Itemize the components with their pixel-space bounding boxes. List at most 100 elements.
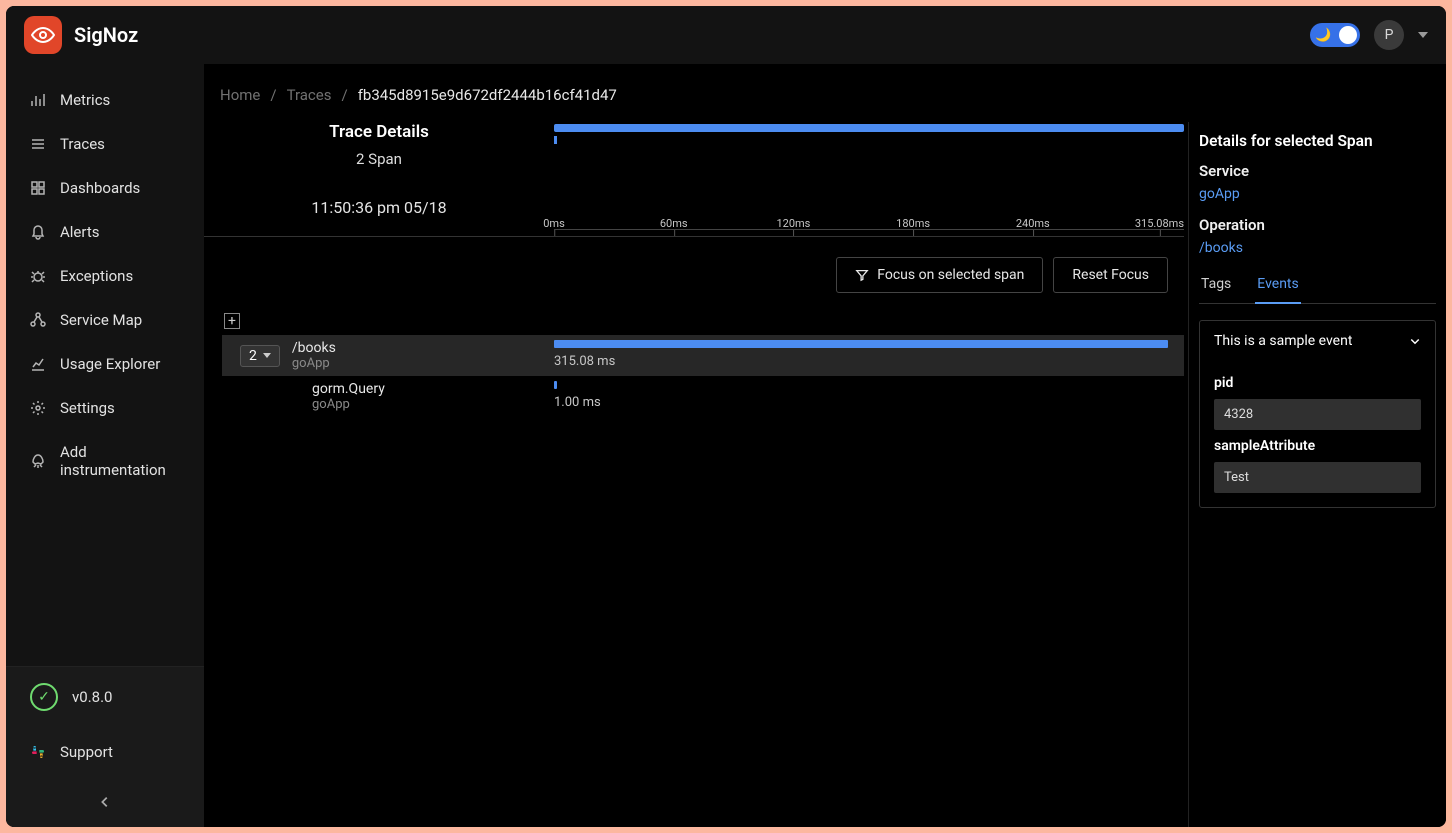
span-tree: + 2 /books goApp: [204, 313, 1184, 417]
event-header[interactable]: This is a sample event: [1200, 321, 1435, 361]
filter-icon: [855, 268, 869, 282]
breadcrumb: Home / Traces / fb345d8915e9d672df2444b1…: [204, 64, 1446, 122]
focus-span-button[interactable]: Focus on selected span: [836, 257, 1043, 293]
service-link[interactable]: goApp: [1199, 186, 1436, 202]
trace-info: Trace Details 2 Span 11:50:36 pm 05/18: [204, 122, 554, 230]
topbar: SigNoz 🌙 P: [6, 6, 1446, 64]
trace-header: Trace Details 2 Span 11:50:36 pm 05/18: [204, 122, 1184, 237]
ruler-tick: 180ms: [896, 217, 930, 230]
span-row-root[interactable]: 2 /books goApp 315.08 ms: [222, 335, 1184, 376]
body-row: Trace Details 2 Span 11:50:36 pm 05/18: [204, 122, 1446, 827]
grid-icon: [30, 180, 46, 196]
breadcrumb-trace-id: fb345d8915e9d672df2444b16cf41d47: [358, 86, 617, 104]
sidebar-item-traces[interactable]: Traces: [6, 122, 204, 166]
sidebar-items: Metrics Traces Dashboards Alerts Excepti…: [6, 78, 204, 666]
bug-icon: [30, 268, 46, 284]
ruler-tick: 120ms: [776, 217, 810, 230]
span-row-child[interactable]: gorm.Query goApp 1.00 ms: [222, 376, 1184, 417]
brand: SigNoz: [24, 16, 138, 54]
service-label: Service: [1199, 162, 1436, 180]
sidebar-item-dashboards[interactable]: Dashboards: [6, 166, 204, 210]
sidebar-item-label: Alerts: [60, 223, 100, 241]
list-icon: [30, 136, 46, 152]
details-title: Details for selected Span: [1199, 132, 1436, 150]
sidebar-item-alerts[interactable]: Alerts: [6, 210, 204, 254]
logo-icon: [24, 16, 62, 54]
reset-focus-button[interactable]: Reset Focus: [1053, 257, 1168, 293]
sidebar-item-usage-explorer[interactable]: Usage Explorer: [6, 342, 204, 386]
event-body: pid 4328 sampleAttribute Test: [1200, 361, 1435, 507]
tab-events[interactable]: Events: [1255, 270, 1300, 304]
span-duration: 1.00 ms: [554, 395, 1168, 410]
span-service: goApp: [312, 397, 385, 412]
minimap-tiny-bar: [554, 136, 557, 144]
sidebar-item-service-map[interactable]: Service Map: [6, 298, 204, 342]
brand-name: SigNoz: [74, 23, 138, 47]
span-left: 2 /books goApp: [222, 335, 554, 376]
event-title: This is a sample event: [1214, 333, 1352, 349]
sidebar-item-label: Service Map: [60, 311, 142, 329]
operation-label: Operation: [1199, 216, 1436, 234]
sidebar-item-label: Settings: [60, 399, 115, 417]
sidebar-item-metrics[interactable]: Metrics: [6, 78, 204, 122]
app-window: SigNoz 🌙 P Metrics Traces: [6, 6, 1446, 827]
bell-icon: [30, 224, 46, 240]
user-menu-caret-icon[interactable]: [1418, 32, 1428, 38]
breadcrumb-sep: /: [270, 86, 276, 104]
breadcrumb-sep: /: [341, 86, 347, 104]
span-duration-bar: [554, 340, 1168, 348]
bar-chart-icon: [30, 92, 46, 108]
span-duration: 315.08 ms: [554, 354, 1168, 369]
content: Home / Traces / fb345d8915e9d672df2444b1…: [204, 64, 1446, 827]
span-left: gorm.Query goApp: [222, 376, 554, 417]
sidebar-collapse-button[interactable]: [6, 777, 204, 827]
main-area: Metrics Traces Dashboards Alerts Excepti…: [6, 64, 1446, 827]
ruler-tick: 315.08ms: [1135, 217, 1184, 230]
actions-row: Focus on selected span Reset Focus: [204, 237, 1184, 313]
span-service: goApp: [292, 356, 336, 371]
sidebar-item-exceptions[interactable]: Exceptions: [6, 254, 204, 298]
chevron-down-icon: [1409, 335, 1421, 347]
details-tabs: Tags Events: [1199, 270, 1436, 304]
breadcrumb-traces[interactable]: Traces: [287, 86, 332, 104]
ruler-tick: 240ms: [1016, 217, 1050, 230]
focus-span-label: Focus on selected span: [877, 267, 1024, 283]
attr-value-pid: 4328: [1214, 399, 1421, 430]
sidebar-item-label: Usage Explorer: [60, 355, 160, 373]
sidebar-bottom: ✓ v0.8.0 Support: [6, 666, 204, 827]
attr-label-pid: pid: [1214, 375, 1421, 391]
span-right: 315.08 ms: [554, 335, 1184, 376]
gear-icon: [30, 400, 46, 416]
expand-all-button[interactable]: +: [224, 313, 240, 329]
ruler-tick: 60ms: [660, 217, 688, 230]
span-operation: /books: [292, 340, 336, 356]
sidebar-item-support[interactable]: Support: [6, 727, 204, 777]
time-ruler: 0ms 60ms 120ms 180ms 240ms 315.08ms: [554, 202, 1184, 230]
span-labels: gorm.Query goApp: [312, 381, 385, 412]
span-child-count-toggle[interactable]: 2: [240, 345, 280, 367]
minimap[interactable]: [554, 124, 1184, 146]
breadcrumb-home[interactable]: Home: [220, 86, 260, 104]
trace-column: Trace Details 2 Span 11:50:36 pm 05/18: [204, 122, 1188, 827]
network-icon: [30, 312, 46, 328]
attr-label-sample: sampleAttribute: [1214, 438, 1421, 454]
sidebar-item-add-instrumentation[interactable]: Add instrumentation: [6, 430, 204, 492]
trace-span-count: 2 Span: [204, 150, 554, 168]
trace-title: Trace Details: [204, 122, 554, 142]
user-avatar[interactable]: P: [1374, 20, 1404, 50]
theme-toggle[interactable]: 🌙: [1310, 23, 1360, 47]
moon-icon: 🌙: [1315, 28, 1331, 43]
sidebar-item-label: Add instrumentation: [60, 443, 180, 479]
sidebar-item-label: Exceptions: [60, 267, 133, 285]
sidebar-item-version[interactable]: ✓ v0.8.0: [6, 667, 204, 727]
trace-timestamp: 11:50:36 pm 05/18: [204, 198, 554, 217]
rocket-icon: [30, 453, 46, 469]
sidebar-item-settings[interactable]: Settings: [6, 386, 204, 430]
sidebar: Metrics Traces Dashboards Alerts Excepti…: [6, 64, 204, 827]
span-labels: /books goApp: [292, 340, 336, 371]
tab-tags[interactable]: Tags: [1199, 270, 1233, 303]
operation-link[interactable]: /books: [1199, 240, 1436, 256]
span-child-count: 2: [249, 348, 257, 364]
span-duration-bar: [554, 381, 557, 389]
details-panel: Details for selected Span Service goApp …: [1188, 122, 1446, 827]
